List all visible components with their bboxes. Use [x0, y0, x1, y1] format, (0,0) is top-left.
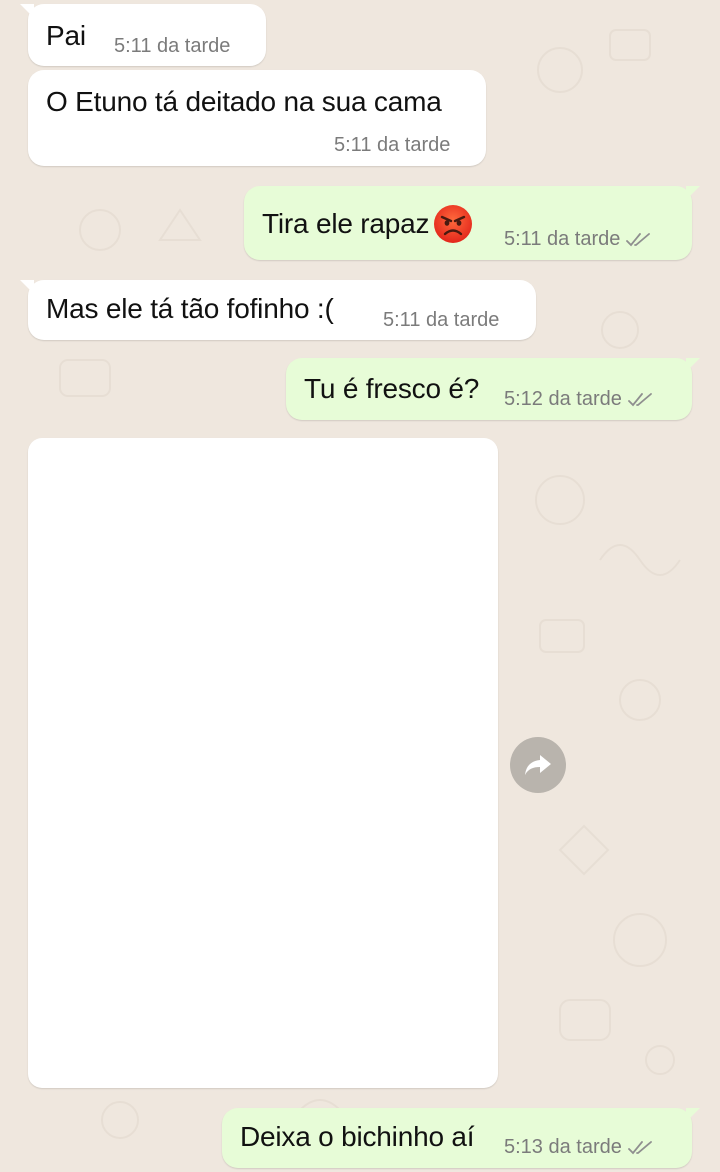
bubble-tail — [686, 358, 700, 372]
bubble-tail — [686, 1108, 700, 1122]
message-timestamp: 5:13 da tarde — [504, 1136, 654, 1159]
forward-button[interactable] — [510, 737, 566, 793]
double-check-icon — [626, 232, 651, 246]
incoming-message[interactable]: O Etuno tá deitado na sua cama 5:11 da t… — [28, 70, 486, 166]
message-text: O Etuno tá deitado na sua cama — [46, 86, 442, 117]
image-message[interactable] — [28, 438, 498, 1088]
message-text: Tu é fresco é? — [304, 373, 480, 404]
message-timestamp: 5:12 da tarde — [504, 388, 654, 411]
double-check-icon — [627, 1140, 652, 1154]
angry-face-emoji-icon — [434, 205, 473, 243]
message-timestamp: 5:11 da tarde — [383, 309, 500, 331]
message-timestamp: 5:11 da tarde — [334, 134, 451, 156]
bubble-tail — [20, 4, 34, 18]
message-timestamp: 5:11 da tarde — [504, 228, 652, 251]
message-text: Mas ele tá tão fofinho :( — [46, 293, 334, 324]
outgoing-message[interactable]: Tu é fresco é? 5:12 da tarde — [286, 358, 700, 420]
bubble-tail — [686, 186, 700, 200]
outgoing-message[interactable]: Tira ele rapaz 5:11 da tarde — [244, 186, 700, 260]
message-text: Tira ele rapaz — [262, 204, 473, 244]
message-text: Deixa o bichinho aí — [240, 1121, 475, 1152]
incoming-message[interactable]: Pai 5:11 da tarde — [20, 4, 266, 66]
bubble-tail — [20, 280, 34, 294]
message-text: Pai — [46, 20, 86, 51]
outgoing-message[interactable]: Deixa o bichinho aí 5:13 da tarde — [222, 1108, 700, 1168]
forward-icon — [525, 755, 551, 775]
incoming-message[interactable]: Mas ele tá tão fofinho :( 5:11 da tarde — [20, 280, 536, 340]
message-timestamp: 5:11 da tarde — [114, 35, 231, 57]
double-check-icon — [627, 392, 652, 406]
